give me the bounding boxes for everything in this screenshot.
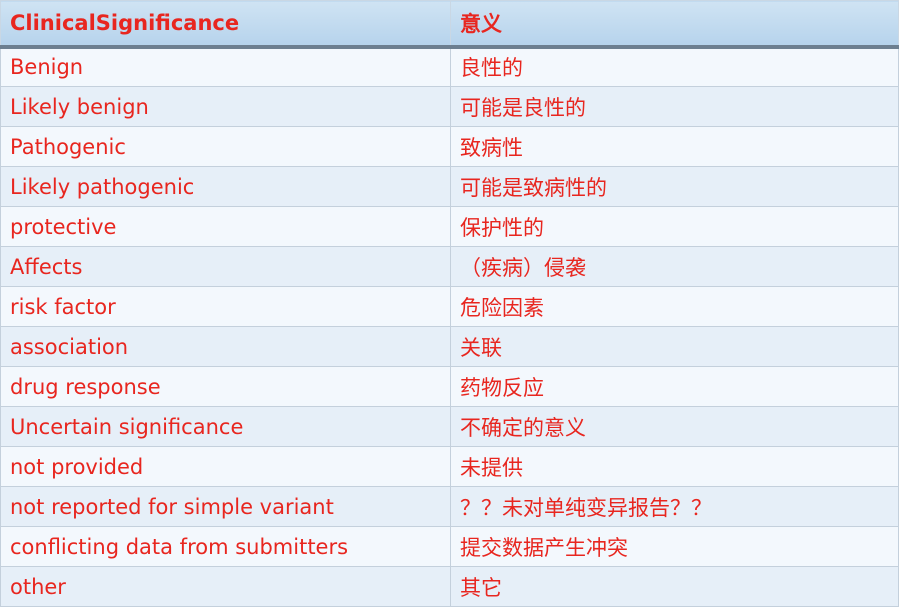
meaning-cell: 保护性的	[450, 206, 899, 247]
term-cell: association	[0, 326, 451, 367]
term-cell: other	[0, 566, 451, 607]
table-row: risk factor 危险因素	[0, 286, 899, 327]
table-row: not provided 未提供	[0, 446, 899, 487]
term-cell: protective	[0, 206, 451, 247]
meaning-cell: 可能是致病性的	[450, 166, 899, 207]
table-row: Benign 良性的	[0, 46, 899, 87]
meaning-cell: （疾病）侵袭	[450, 246, 899, 287]
term-cell: Affects	[0, 246, 451, 287]
table-row: association 关联	[0, 326, 899, 367]
table-row: other 其它	[0, 566, 899, 607]
table-row: conflicting data from submitters 提交数据产生冲…	[0, 526, 899, 567]
meaning-cell: ？？未对单纯变异报告？？	[450, 486, 899, 527]
meaning-cell: 良性的	[450, 46, 899, 87]
table-body: Benign 良性的 Likely benign 可能是良性的 Pathogen…	[0, 46, 899, 607]
meaning-cell: 不确定的意义	[450, 406, 899, 447]
table-row: Likely benign 可能是良性的	[0, 86, 899, 127]
term-cell: drug response	[0, 366, 451, 407]
term-cell: risk factor	[0, 286, 451, 327]
meaning-cell: 关联	[450, 326, 899, 367]
table-row: protective 保护性的	[0, 206, 899, 247]
meaning-cell: 未提供	[450, 446, 899, 487]
term-cell: Likely pathogenic	[0, 166, 451, 207]
header-row: ClinicalSignificance 意义	[0, 0, 899, 49]
table-row: Pathogenic 致病性	[0, 126, 899, 167]
meaning-cell: 药物反应	[450, 366, 899, 407]
header-meaning: 意义	[450, 0, 899, 49]
meaning-cell: 危险因素	[450, 286, 899, 327]
table-row: Affects （疾病）侵袭	[0, 246, 899, 287]
significance-table-container: ClinicalSignificance 意义 Benign 良性的 Likel…	[0, 0, 899, 608]
table-row: Likely pathogenic 可能是致病性的	[0, 166, 899, 207]
meaning-cell: 提交数据产生冲突	[450, 526, 899, 567]
table-header: ClinicalSignificance 意义	[0, 0, 899, 49]
clinical-significance-table: ClinicalSignificance 意义 Benign 良性的 Likel…	[0, 0, 899, 607]
table-row: drug response 药物反应	[0, 366, 899, 407]
term-cell: Likely benign	[0, 86, 451, 127]
term-cell: Pathogenic	[0, 126, 451, 167]
table-row: Uncertain significance 不确定的意义	[0, 406, 899, 447]
term-cell: conflicting data from submitters	[0, 526, 451, 567]
term-cell: not provided	[0, 446, 451, 487]
term-cell: not reported for simple variant	[0, 486, 451, 527]
term-cell: Uncertain significance	[0, 406, 451, 447]
term-cell: Benign	[0, 46, 451, 87]
table-row: not reported for simple variant ？？未对单纯变异…	[0, 486, 899, 527]
meaning-cell: 可能是良性的	[450, 86, 899, 127]
header-clinical-significance: ClinicalSignificance	[0, 0, 451, 49]
meaning-cell: 其它	[450, 566, 899, 607]
meaning-cell: 致病性	[450, 126, 899, 167]
